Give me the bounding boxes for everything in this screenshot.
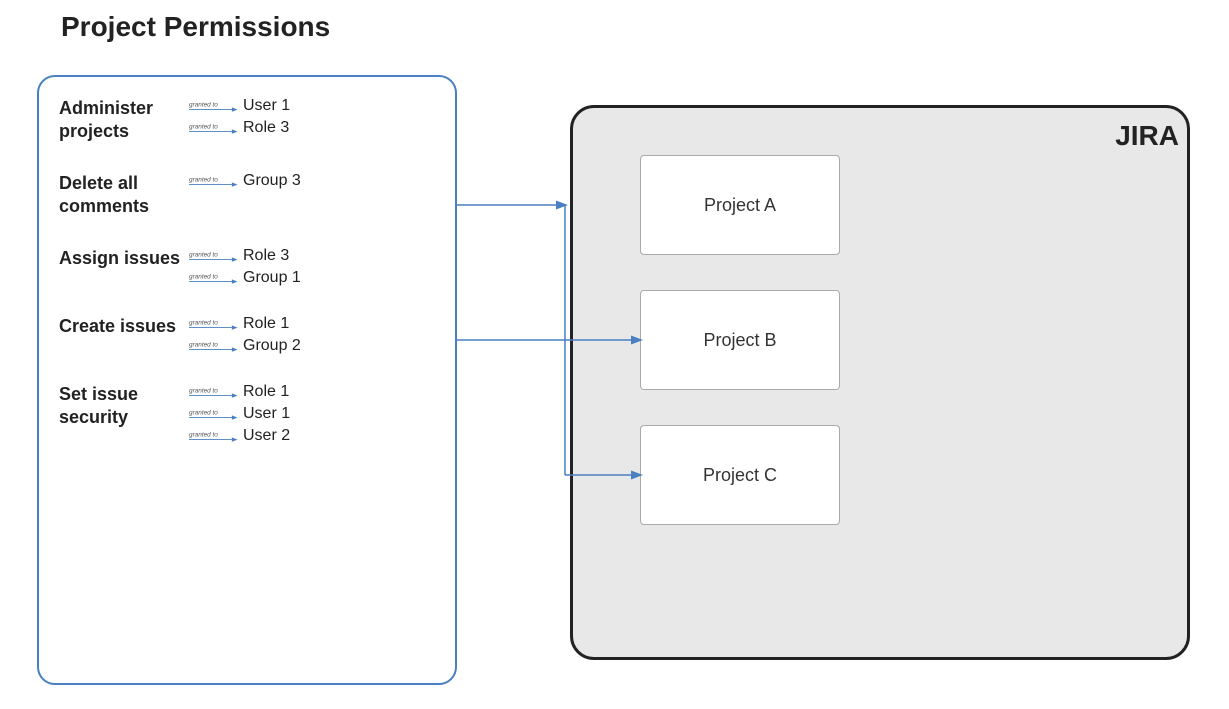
grant-item: granted to User 1 — [189, 97, 435, 115]
grant-item: granted to Role 1 — [189, 315, 435, 333]
granted-to-arrow: granted to — [189, 99, 239, 113]
svg-text:granted to: granted to — [189, 319, 218, 326]
grant-item: granted to Group 1 — [189, 269, 435, 287]
svg-text:granted to: granted to — [189, 409, 218, 416]
grant-item: granted to Group 3 — [189, 172, 435, 190]
svg-text:granted to: granted to — [189, 176, 218, 183]
grant-target: Role 3 — [243, 247, 289, 265]
grant-target: Role 1 — [243, 315, 289, 333]
svg-text:granted to: granted to — [189, 102, 218, 109]
grant-target: Role 1 — [243, 383, 289, 401]
grant-item: granted to User 1 — [189, 405, 435, 423]
granted-to-arrow: granted to — [189, 317, 239, 331]
grant-target: User 2 — [243, 427, 290, 445]
jira-label: JIRA — [1115, 120, 1179, 152]
grant-target: User 1 — [243, 97, 290, 115]
permission-name: Delete all comments — [59, 172, 189, 219]
grant-target: Group 1 — [243, 269, 301, 287]
permission-row: Delete all comments granted to Group 3 — [59, 172, 435, 219]
grant-item: granted to User 2 — [189, 427, 435, 445]
svg-text:granted to: granted to — [189, 341, 218, 348]
granted-to-arrow: granted to — [189, 249, 239, 263]
granted-to-arrow: granted to — [189, 339, 239, 353]
granted-to-arrow: granted to — [189, 385, 239, 399]
grant-target: Role 3 — [243, 119, 289, 137]
permission-row: Create issues granted to Role 1 granted … — [59, 315, 435, 355]
grant-item: granted to Role 3 — [189, 119, 435, 137]
permission-name: Administer projects — [59, 97, 189, 144]
granted-to-arrow: granted to — [189, 407, 239, 421]
granted-to-arrow: granted to — [189, 429, 239, 443]
permission-name: Set issue security — [59, 383, 189, 430]
permissions-box: Administer projects granted to User 1 gr… — [37, 75, 457, 685]
grant-target: Group 3 — [243, 172, 301, 190]
permission-row: Set issue security granted to Role 1 gra… — [59, 383, 435, 445]
permission-name: Assign issues — [59, 247, 189, 270]
svg-text:granted to: granted to — [189, 431, 218, 438]
granted-to-arrow: granted to — [189, 271, 239, 285]
permission-row: Administer projects granted to User 1 gr… — [59, 97, 435, 144]
granted-to-arrow: granted to — [189, 174, 239, 188]
grant-item: granted to Group 2 — [189, 337, 435, 355]
permission-row: Assign issues granted to Role 3 granted … — [59, 247, 435, 287]
grant-item: granted to Role 3 — [189, 247, 435, 265]
svg-text:granted to: granted to — [189, 387, 218, 394]
page-title: Project Permissions — [61, 11, 330, 43]
grant-target: Group 2 — [243, 337, 301, 355]
svg-text:granted to: granted to — [189, 273, 218, 280]
svg-text:granted to: granted to — [189, 251, 218, 258]
granted-to-arrow: granted to — [189, 121, 239, 135]
grant-target: User 1 — [243, 405, 290, 423]
grant-item: granted to Role 1 — [189, 383, 435, 401]
project-b-box: Project B — [640, 290, 840, 390]
project-c-box: Project C — [640, 425, 840, 525]
project-a-box: Project A — [640, 155, 840, 255]
permission-name: Create issues — [59, 315, 189, 338]
svg-text:granted to: granted to — [189, 124, 218, 131]
